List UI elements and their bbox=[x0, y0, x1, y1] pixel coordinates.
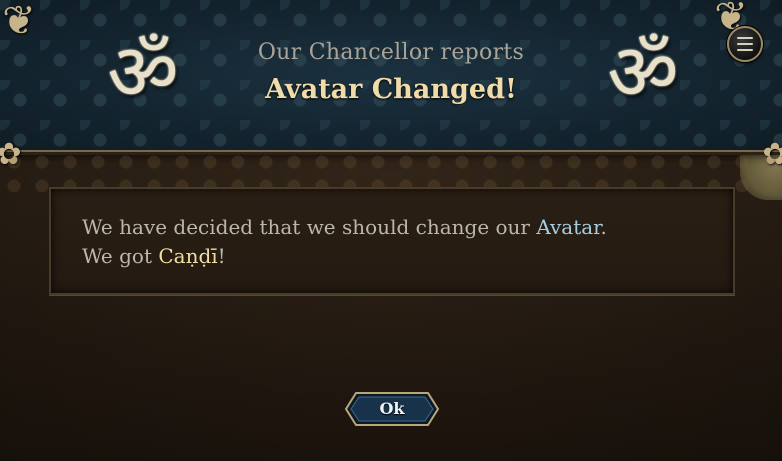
message-text-part: . bbox=[600, 215, 607, 239]
message-text-part: ! bbox=[217, 244, 226, 268]
ok-button-label: Ok bbox=[379, 399, 405, 418]
message-text-part: We got bbox=[82, 244, 159, 268]
message-line-1: We have decided that we should change ou… bbox=[82, 213, 607, 242]
message-text: We have decided that we should change ou… bbox=[82, 213, 607, 271]
event-dialog: ❦ ❦ ॐ ॐ Our Chancellor reports Avatar Ch… bbox=[0, 0, 782, 461]
ornament-corner-left-icon: ❦ bbox=[2, 0, 36, 44]
ok-button[interactable]: Ok bbox=[344, 391, 440, 427]
deity-name-highlight: Caṇḍī bbox=[158, 244, 218, 268]
dialog-subtitle: Our Chancellor reports bbox=[257, 40, 525, 65]
message-panel: We have decided that we should change ou… bbox=[49, 187, 735, 295]
message-text-part: We have decided that we should change ou… bbox=[82, 215, 537, 239]
decorative-pattern bbox=[0, 152, 782, 192]
avatar-highlight: Avatar bbox=[536, 215, 601, 239]
dialog-title: Avatar Changed! bbox=[265, 74, 517, 105]
message-line-2: We got Caṇḍī! bbox=[82, 242, 607, 271]
dialog-header: ❦ ❦ ॐ ॐ Our Chancellor reports Avatar Ch… bbox=[0, 0, 782, 152]
menu-button[interactable] bbox=[727, 26, 763, 62]
